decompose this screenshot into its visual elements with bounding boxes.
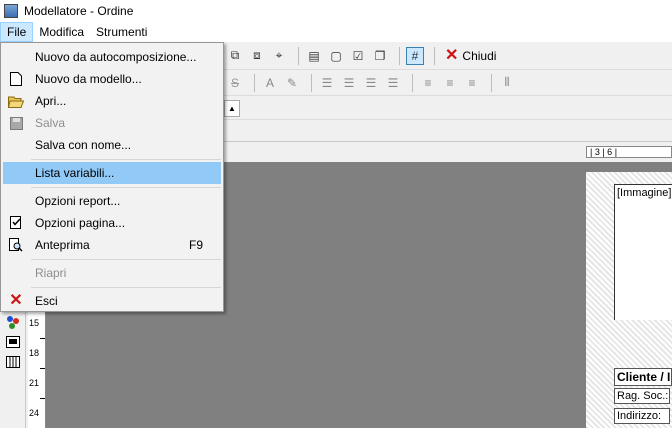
toolbar-separator bbox=[311, 73, 312, 92]
valign-middle-icon[interactable]: ≡ bbox=[441, 74, 459, 92]
file-menu-dropdown: Nuovo da autocomposizione... Nuovo da mo… bbox=[0, 42, 224, 312]
ruler-tick bbox=[40, 368, 45, 369]
menu-item-lista-variabili[interactable]: Lista variabili... bbox=[3, 162, 221, 184]
print-preview-glyph bbox=[9, 238, 23, 252]
group-icon[interactable]: ⧉ bbox=[226, 47, 244, 65]
open-folder-glyph bbox=[8, 96, 24, 108]
barcode-tool-glyph bbox=[6, 336, 20, 348]
ruler-tick bbox=[40, 398, 45, 399]
menu-separator bbox=[31, 159, 221, 160]
align-objects-icon[interactable]: ⌖ bbox=[270, 47, 288, 65]
menu-separator bbox=[31, 187, 221, 188]
exit-x-glyph: ✕ bbox=[9, 292, 23, 309]
horizontal-ruler: | 3 | 6 | bbox=[586, 146, 672, 158]
ruler-label: 18 bbox=[29, 348, 40, 358]
toolbar-separator bbox=[412, 73, 413, 92]
table-tool-icon[interactable] bbox=[4, 354, 22, 370]
close-button-label: Chiudi bbox=[462, 48, 497, 63]
toolbar-separator bbox=[254, 73, 255, 92]
barcode-tool-icon[interactable] bbox=[4, 334, 22, 350]
font-size-spinner[interactable]: ▲ bbox=[224, 100, 240, 117]
menu-item-opzioni-report[interactable]: Opzioni report... bbox=[3, 190, 221, 212]
chart-tool-glyph bbox=[7, 316, 19, 329]
toolbar-separator bbox=[491, 73, 492, 92]
exit-x-icon: ✕ bbox=[7, 292, 25, 310]
chart-tool-icon[interactable] bbox=[4, 314, 22, 330]
table-tool-glyph bbox=[6, 356, 20, 368]
menu-separator bbox=[31, 287, 221, 288]
modeler-app-icon bbox=[4, 4, 18, 18]
menu-separator bbox=[31, 259, 221, 260]
ruler-label: 15 bbox=[29, 318, 40, 328]
justify-icon[interactable]: ☰ bbox=[384, 74, 402, 92]
toolbar-separator bbox=[399, 46, 400, 65]
toolbar-separator bbox=[434, 46, 435, 65]
font-color-icon[interactable]: A bbox=[261, 74, 279, 92]
menu-item-apri[interactable]: Apri... bbox=[3, 90, 221, 112]
menu-item-esci[interactable]: ✕ Esci bbox=[3, 290, 221, 312]
ungroup-icon[interactable]: ⧈ bbox=[248, 47, 266, 65]
print-preview-icon bbox=[7, 236, 25, 254]
menu-item-salva[interactable]: Salva bbox=[3, 112, 221, 134]
new-document-icon bbox=[7, 70, 25, 88]
save-disk-icon bbox=[7, 114, 25, 132]
valign-bottom-icon[interactable]: ≡ bbox=[463, 74, 481, 92]
title-bar: Modellatore - Ordine bbox=[0, 0, 672, 22]
close-button[interactable]: ✕ Chiudi bbox=[445, 46, 497, 64]
ruler-label: 24 bbox=[29, 408, 40, 418]
valign-top-icon[interactable]: ≡ bbox=[419, 74, 437, 92]
ruler-tick bbox=[40, 338, 45, 339]
page-setup-glyph bbox=[9, 216, 21, 229]
ruler-label: 21 bbox=[29, 378, 40, 388]
open-folder-icon bbox=[7, 92, 25, 110]
section-title-field[interactable]: Cliente / In bbox=[614, 368, 672, 386]
menu-item-opzioni-pagina[interactable]: Opzioni pagina... bbox=[3, 212, 221, 234]
menu-item-nuovo-modello[interactable]: Nuovo da modello... bbox=[3, 68, 221, 90]
copy-pages-icon[interactable]: ❐ bbox=[371, 47, 389, 65]
new-document-glyph bbox=[10, 72, 22, 86]
highlight-pen-icon[interactable]: ✎ bbox=[283, 74, 301, 92]
save-disk-glyph bbox=[9, 116, 23, 130]
report-document-icon[interactable]: ▤ bbox=[305, 47, 323, 65]
align-center-icon[interactable]: ☰ bbox=[340, 74, 358, 92]
menu-item-salva-con-nome[interactable]: Salva con nome... bbox=[3, 134, 221, 156]
close-x-icon: ✕ bbox=[445, 46, 459, 64]
check-document-icon[interactable]: ☑ bbox=[349, 47, 367, 65]
menu-item-nuovo-autocomposizione[interactable]: Nuovo da autocomposizione... bbox=[3, 46, 221, 68]
toolbar-separator bbox=[298, 46, 299, 65]
window-title: Modellatore - Ordine bbox=[24, 4, 134, 18]
shortcut-label: F9 bbox=[188, 238, 203, 252]
menu-item-anteprima[interactable]: Anteprima F9 bbox=[3, 234, 221, 256]
menu-item-riapri[interactable]: Riapri bbox=[3, 262, 221, 284]
image-placeholder[interactable]: [Immagine] bbox=[614, 184, 672, 320]
menu-modifica[interactable]: Modifica bbox=[33, 22, 90, 42]
menu-strumenti[interactable]: Strumenti bbox=[90, 22, 153, 42]
rag-soc-field[interactable]: Rag. Soc.: bbox=[614, 388, 670, 404]
menu-bar: File Modifica Strumenti bbox=[0, 22, 672, 42]
blank-page-icon[interactable]: ▢ bbox=[327, 47, 345, 65]
page-setup-icon bbox=[7, 214, 25, 232]
indirizzo-field[interactable]: Indirizzo: bbox=[614, 408, 670, 424]
menu-file[interactable]: File bbox=[0, 22, 34, 42]
align-left-icon[interactable]: ☰ bbox=[318, 74, 336, 92]
align-right-icon[interactable]: ☰ bbox=[362, 74, 380, 92]
grid-icon[interactable]: # bbox=[406, 46, 424, 65]
strikethrough-icon[interactable]: S bbox=[226, 74, 244, 92]
text-direction-icon[interactable]: ⫴ bbox=[498, 74, 516, 92]
